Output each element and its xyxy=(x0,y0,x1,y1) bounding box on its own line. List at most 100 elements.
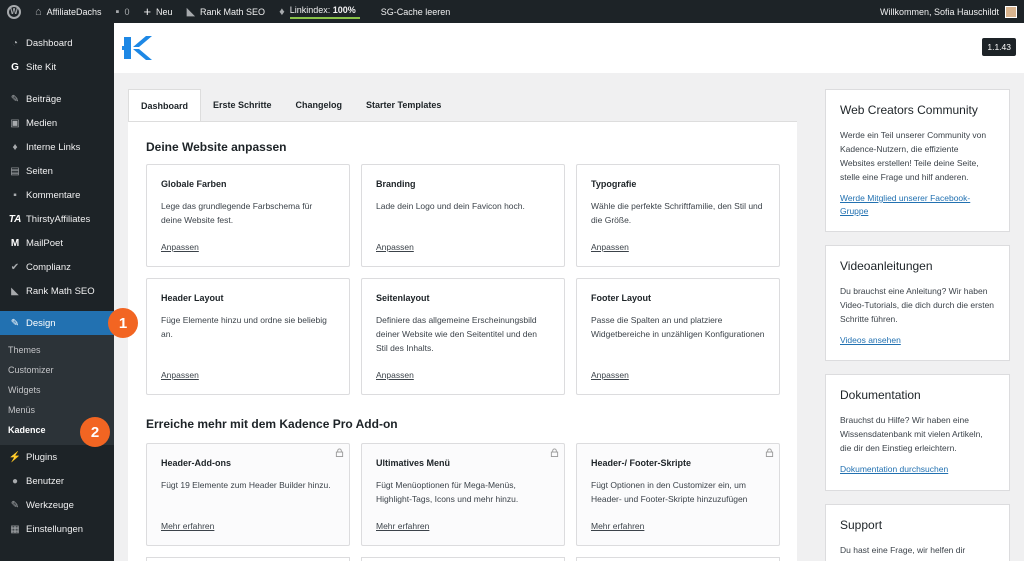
customize-link[interactable]: Anpassen xyxy=(376,370,414,380)
sidebar-item-label: Site Kit xyxy=(26,61,57,73)
box-description: Du hast eine Frage, wir helfen dir xyxy=(840,545,966,555)
learn-more-link[interactable]: Mehr erfahren xyxy=(376,521,429,531)
plugin-icon: ⚡ xyxy=(8,451,22,463)
tab-changelog[interactable]: Changelog xyxy=(284,89,355,121)
sidebar-item-label: Seiten xyxy=(26,165,53,177)
customize-link[interactable]: Anpassen xyxy=(591,242,629,252)
videos-link[interactable]: Videos ansehen xyxy=(840,334,995,347)
customize-link[interactable]: Anpassen xyxy=(591,370,629,380)
sidebar-item-label: Beiträge xyxy=(26,93,62,105)
sidebar-item-rankmath[interactable]: ◣ Rank Math SEO xyxy=(0,279,114,303)
card-description: Fügt Optionen in den Customizer ein, um … xyxy=(591,480,748,504)
card-header-layout: Header Layout Füge Elemente hinzu und or… xyxy=(146,278,350,395)
card-description: Fügt Menüoptionen für Mega-Menüs, Highli… xyxy=(376,480,519,504)
tab-bar: Dashboard Erste Schritte Changelog Start… xyxy=(128,89,797,121)
comment-icon: ▪ xyxy=(115,5,120,18)
box-description: Du brauchst eine Anleitung? Wir haben Vi… xyxy=(840,286,995,324)
card-branding: Branding Lade dein Logo und dein Favicon… xyxy=(361,164,565,267)
step-marker-1: 1 xyxy=(108,308,138,338)
sidebar-item-internal-links[interactable]: ♦ Interne Links xyxy=(0,135,114,159)
card-typography: Typografie Wähle die perfekte Schriftfam… xyxy=(576,164,780,267)
new-content-link[interactable]: + Neu xyxy=(136,0,179,23)
comments-link[interactable]: ▪ 0 xyxy=(109,0,137,23)
card-title: Header-/ Footer-Skripte xyxy=(591,458,692,468)
lock-icon xyxy=(765,448,774,457)
sidebar-item-label: Werkzeuge xyxy=(26,499,74,511)
plus-icon: + xyxy=(143,4,152,19)
sidebar-item-tools[interactable]: ✎ Werkzeuge xyxy=(0,493,114,517)
site-name-label: AffiliateDachs xyxy=(46,6,102,17)
admin-sidebar: ◔ Dashboard G Site Kit ✎ Beiträge ▣ Medien ♦… xyxy=(0,23,114,561)
submenu-item-widgets[interactable]: Widgets xyxy=(0,380,114,400)
sidebar-item-sitekit[interactable]: G Site Kit xyxy=(0,55,114,79)
sidebar-item-label: Benutzer xyxy=(26,475,65,487)
section-title: Deine Website anpassen xyxy=(146,140,287,154)
box-title: Web Creators Community xyxy=(840,103,978,117)
sidebar-item-settings[interactable]: ▦ Einstellungen xyxy=(0,517,114,541)
user-icon: ● xyxy=(11,475,19,487)
account-menu[interactable]: Willkommen, Sofia Hauschildt xyxy=(873,0,1024,23)
documentation-link[interactable]: Dokumentation durchsuchen xyxy=(840,463,995,476)
tab-getting-started[interactable]: Erste Schritte xyxy=(201,89,284,121)
sidebar-item-label: Kommentare xyxy=(26,189,81,201)
customize-grid: Globale Farben Lege das grundlegende Far… xyxy=(146,164,780,395)
sidebar-item-dashboard[interactable]: ◔ Dashboard xyxy=(0,31,114,55)
submenu-item-themes[interactable]: Themes xyxy=(0,340,114,360)
linkindex-bar xyxy=(289,16,360,19)
sidebar-item-thirstyaffiliates[interactable]: TA ThirstyAffiliates xyxy=(0,207,114,231)
site-name-link[interactable]: ⌂ AffiliateDachs xyxy=(28,0,109,23)
sidebar-item-media[interactable]: ▣ Medien xyxy=(0,111,114,135)
rankmath-label: Rank Math SEO xyxy=(200,6,266,17)
card-title: Header-Add-ons xyxy=(161,458,232,468)
sidebar-item-label: Plugins xyxy=(26,451,58,463)
card-header-footer-scripts: Header-/ Footer-Skripte Fügt Optionen in… xyxy=(576,443,780,546)
pro-grid-next-row xyxy=(146,557,780,561)
card-description: Lade dein Logo und dein Favicon hoch. xyxy=(376,201,525,211)
card-description: Füge Elemente hinzu und ordne sie belieb… xyxy=(161,315,327,339)
rankmath-link[interactable]: ◣ Rank Math SEO xyxy=(180,0,273,23)
sidebar-item-label: Medien xyxy=(26,117,58,129)
linkindex-value: 100% xyxy=(332,4,356,15)
customize-link[interactable]: Anpassen xyxy=(376,242,414,252)
learn-more-link[interactable]: Mehr erfahren xyxy=(591,521,644,531)
customize-link[interactable]: Anpassen xyxy=(161,242,199,252)
card-title: Globale Farben xyxy=(161,179,227,189)
page-icon: ▤ xyxy=(10,165,20,177)
card-ultimate-menu: Ultimatives Menü Fügt Menüoptionen für M… xyxy=(361,443,565,546)
tab-starter-templates[interactable]: Starter Templates xyxy=(354,89,453,121)
sidebar-item-comments[interactable]: ▪ Kommentare xyxy=(0,183,114,207)
submenu-item-customizer[interactable]: Customizer xyxy=(0,360,114,380)
card-description: Lege das grundlegende Farbschema für dei… xyxy=(161,201,313,225)
sidebar-item-posts[interactable]: ✎ Beiträge xyxy=(0,87,114,111)
sidebar-item-plugins[interactable]: ⚡ Plugins xyxy=(0,445,114,469)
card-title: Seitenlayout xyxy=(376,293,430,303)
drop-icon: ♦ xyxy=(279,5,285,18)
kadence-logo-icon xyxy=(122,36,152,60)
sidebar-item-complianz[interactable]: ✔ Complianz xyxy=(0,255,114,279)
wordpress-icon: W xyxy=(7,4,21,19)
rankmath-icon: ◣ xyxy=(11,285,19,297)
wp-logo-button[interactable]: W xyxy=(0,0,28,23)
card-description: Fügt 19 Elemente zum Header Builder hinz… xyxy=(161,480,331,490)
sidebar-item-mailpoet[interactable]: M MailPoet xyxy=(0,231,114,255)
card-title: Ultimatives Menü xyxy=(376,458,451,468)
card-global-colors: Globale Farben Lege das grundlegende Far… xyxy=(146,164,350,267)
box-title: Support xyxy=(840,518,883,532)
card-description: Passe die Spalten an und platziere Widge… xyxy=(591,315,765,339)
linkindex-link[interactable]: ♦ Linkindex: 100% xyxy=(272,0,367,23)
customize-link[interactable]: Anpassen xyxy=(161,370,199,380)
sidebar-item-users[interactable]: ● Benutzer xyxy=(0,469,114,493)
dashboard-icon: ◔ xyxy=(11,37,19,49)
link-icon: ♦ xyxy=(12,141,18,153)
sidebar-item-label: Dashboard xyxy=(26,37,73,49)
sidebar-item-label: ThirstyAffiliates xyxy=(26,213,91,225)
learn-more-link[interactable]: Mehr erfahren xyxy=(161,521,214,531)
sg-cache-button[interactable]: SG-Cache leeren xyxy=(367,0,458,23)
lock-icon xyxy=(550,448,559,457)
ta-icon: TA xyxy=(8,213,22,225)
box-title: Dokumentation xyxy=(840,388,921,402)
sidebar-item-design[interactable]: ✎ Design xyxy=(0,311,114,335)
facebook-group-link[interactable]: Werde Mitglied unserer Facebook-Gruppe xyxy=(840,192,995,218)
tab-dashboard[interactable]: Dashboard xyxy=(128,89,202,121)
sidebar-item-pages[interactable]: ▤ Seiten xyxy=(0,159,114,183)
